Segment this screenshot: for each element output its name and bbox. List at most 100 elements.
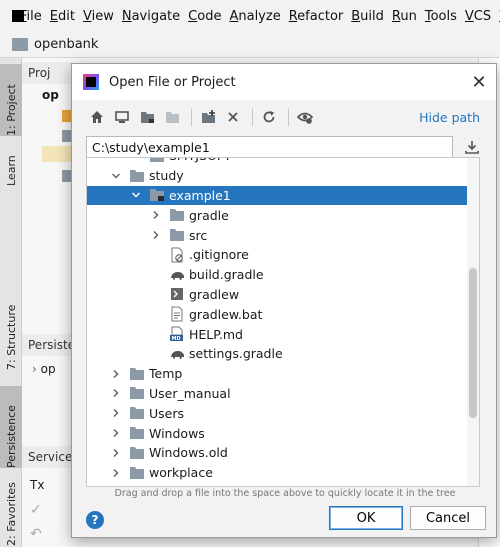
project-tree-fragment: [42, 108, 72, 248]
tool-window-strip: 1: Project Learn 7: Structure Persistenc…: [0, 58, 22, 547]
tree-folder-item[interactable]: Temp: [87, 364, 467, 384]
menu-navigate[interactable]: Navigate: [118, 9, 184, 24]
tree-item-label: build.gradle: [189, 267, 264, 283]
dialog-toolbar: Hide path: [72, 100, 496, 134]
svg-text:MD: MD: [172, 336, 181, 342]
navigation-bar: openbank: [0, 32, 500, 58]
tx-label[interactable]: Tx: [30, 478, 44, 492]
folder-icon: [129, 425, 145, 441]
tree-item-label: SMTJSOFT: [169, 158, 231, 163]
help-button[interactable]: ?: [86, 511, 104, 529]
tree-folder-item[interactable]: Windows.old: [87, 443, 467, 463]
home-icon[interactable]: [86, 106, 108, 128]
gradle-file-icon: [169, 267, 185, 283]
tab-learn[interactable]: Learn: [0, 146, 22, 186]
module-folder-icon[interactable]: [161, 106, 183, 128]
tree-file-item[interactable]: build.gradle: [87, 265, 467, 285]
tab-structure[interactable]: 7: Structure: [0, 294, 22, 370]
tree-folder-item[interactable]: Windows: [87, 423, 467, 443]
open-file-dialog: Open File or Project ✕ Hide path C:\stud…: [71, 63, 497, 538]
refresh-icon[interactable]: [258, 106, 280, 128]
tree-folder-item[interactable]: Users: [87, 403, 467, 423]
undo-icon: ↶: [30, 526, 42, 542]
folder-icon: [169, 207, 185, 223]
scrollbar-thumb[interactable]: [469, 268, 477, 418]
tree-folder-item[interactable]: gradle: [87, 205, 467, 225]
tree-folder-item[interactable]: study: [87, 166, 467, 186]
tab-project[interactable]: 1: Project: [0, 64, 22, 136]
folder-icon: [129, 465, 145, 481]
folder-icon: [129, 385, 145, 401]
delete-icon[interactable]: [222, 106, 244, 128]
desktop-icon[interactable]: [111, 106, 133, 128]
dialog-title: Open File or Project: [109, 74, 236, 90]
tree-folder-item[interactable]: example1: [87, 185, 467, 206]
menu-window[interactable]: W: [495, 9, 500, 24]
chevron-right-icon[interactable]: [109, 446, 123, 460]
chevron-right-icon[interactable]: [149, 228, 163, 242]
chevron-right-icon[interactable]: [109, 367, 123, 381]
tree-file-item[interactable]: .gitignore: [87, 245, 467, 265]
file-tree[interactable]: SMTJSOFT study example1 gradle src .gitignore…: [86, 157, 480, 487]
tree-folder-item[interactable]: workplace: [87, 463, 467, 483]
tree-item-label: Windows: [149, 425, 205, 441]
tree-file-item[interactable]: settings.gradle: [87, 344, 467, 364]
path-input[interactable]: [86, 136, 453, 158]
chevron-right-icon[interactable]: [109, 466, 123, 480]
tree-item-label: .gitignore: [189, 247, 249, 263]
close-icon[interactable]: ✕: [462, 72, 496, 93]
tab-persistence[interactable]: Persistence: [0, 386, 22, 468]
menu-build[interactable]: Build: [347, 9, 388, 24]
folder-icon: [169, 227, 185, 243]
intellij-logo-icon: [83, 74, 99, 90]
tree-folder-item[interactable]: SMTJSOFT: [87, 158, 467, 166]
drag-drop-hint: Drag and drop a file into the space abov…: [114, 488, 456, 499]
chevron-down-icon[interactable]: [109, 169, 123, 183]
download-icon[interactable]: [461, 136, 483, 158]
hide-path-link[interactable]: Hide path: [419, 110, 480, 125]
tree-item-label: workplace: [149, 465, 213, 481]
project-name[interactable]: openbank: [34, 37, 98, 52]
text-file-icon: [169, 306, 185, 322]
dialog-title-bar: Open File or Project ✕: [72, 64, 496, 100]
menu-code[interactable]: Code: [184, 9, 225, 24]
markdown-file-icon: MD: [169, 326, 185, 342]
chevron-right-icon[interactable]: [149, 208, 163, 222]
cancel-button[interactable]: Cancel: [410, 506, 486, 530]
chevron-right-icon[interactable]: [109, 406, 123, 420]
tree-item-label: gradlew: [189, 286, 240, 302]
menu-refactor[interactable]: Refactor: [285, 9, 348, 24]
chevron-down-icon[interactable]: [129, 188, 143, 202]
chevron-right-icon[interactable]: [109, 426, 123, 440]
project-folder-icon[interactable]: [136, 106, 158, 128]
tab-favorites[interactable]: 2: Favorites: [0, 482, 22, 546]
chevron-right-icon[interactable]: [109, 386, 123, 400]
menu-run[interactable]: Run: [388, 9, 421, 24]
tree-file-item[interactable]: gradlew: [87, 285, 467, 305]
tree-item-label: User_manual: [149, 385, 231, 401]
project-panel-header: Proj: [22, 62, 72, 84]
menu-view[interactable]: View: [79, 9, 118, 24]
tree-file-item[interactable]: MD HELP.md: [87, 324, 467, 344]
tree-item-label: src: [189, 227, 208, 243]
scrollbar-track[interactable]: [467, 158, 479, 486]
tree-folder-item[interactable]: src: [87, 225, 467, 245]
folder-icon: [129, 366, 145, 382]
show-hidden-icon[interactable]: [294, 106, 316, 128]
menu-edit[interactable]: Edit: [46, 9, 79, 24]
project-root-item[interactable]: op: [42, 88, 59, 102]
folder-icon: [129, 405, 145, 421]
menu-analyze[interactable]: Analyze: [225, 9, 284, 24]
dialog-footer: ? OK Cancel: [72, 504, 498, 538]
ok-button[interactable]: OK: [329, 506, 403, 530]
new-folder-icon[interactable]: [197, 106, 219, 128]
tree-file-item[interactable]: gradlew.bat: [87, 304, 467, 324]
tree-folder-item[interactable]: User_manual: [87, 384, 467, 404]
tree-item-label: study: [149, 168, 184, 184]
menu-vcs[interactable]: VCS: [461, 9, 495, 24]
gitignore-file-icon: [169, 247, 185, 263]
persistence-item[interactable]: › op: [32, 362, 56, 376]
menu-tools[interactable]: Tools: [421, 9, 461, 24]
